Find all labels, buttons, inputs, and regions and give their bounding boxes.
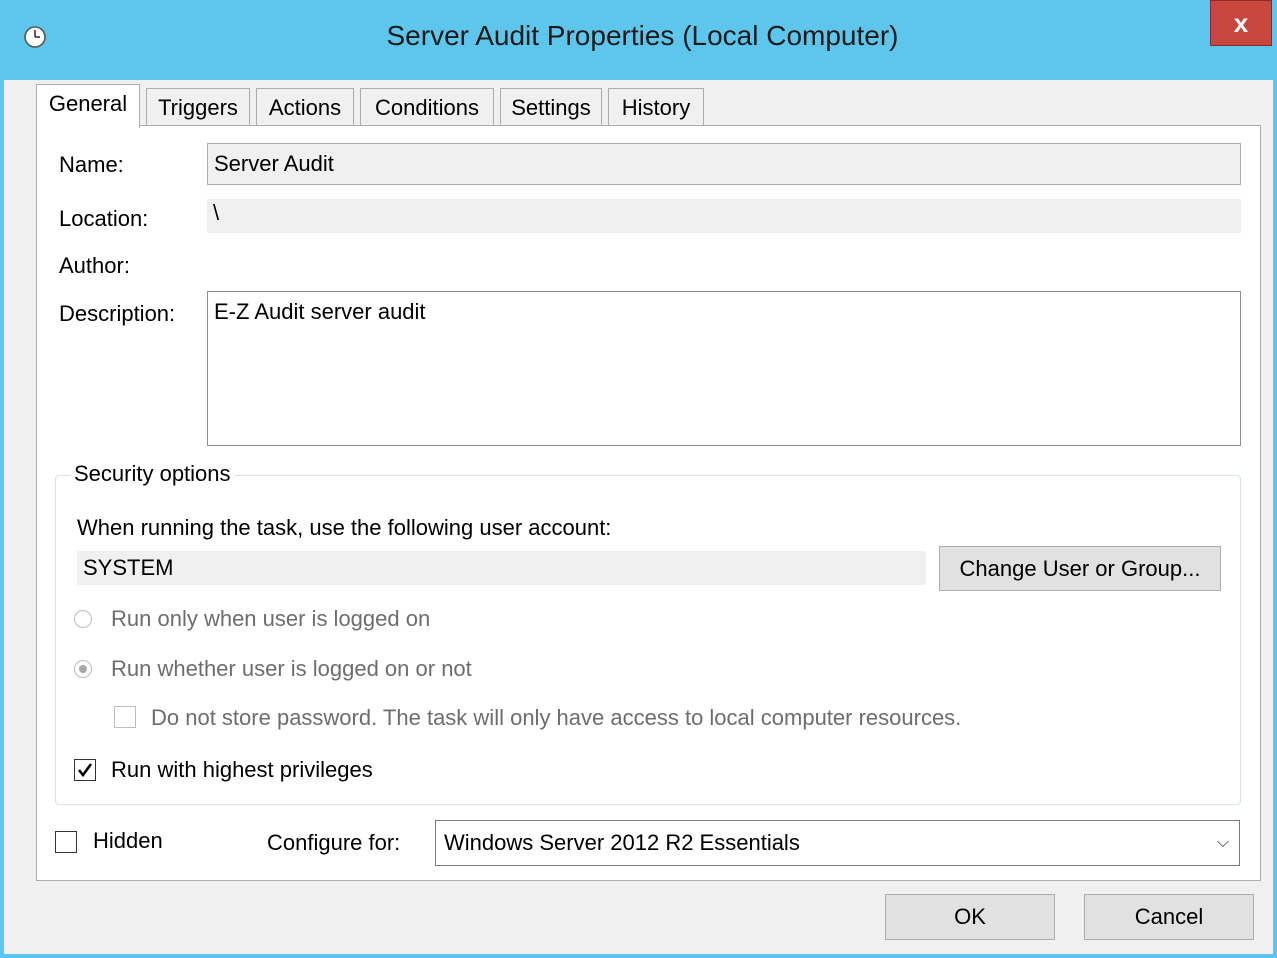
hidden-label[interactable]: Hidden [93, 828, 163, 854]
tab-history[interactable]: History [608, 88, 704, 126]
configure-for-value: Windows Server 2012 R2 Essentials [444, 830, 800, 855]
dialog-window: Server Audit Properties (Local Computer)… [0, 0, 1277, 958]
author-label: Author: [59, 253, 130, 278]
run-logged-on-radio[interactable] [74, 610, 92, 628]
radio-selected-dot [79, 665, 87, 673]
no-store-password-checkbox[interactable] [114, 706, 136, 728]
window-title: Server Audit Properties (Local Computer) [386, 20, 899, 51]
hidden-checkbox[interactable] [55, 831, 77, 853]
ok-button[interactable]: OK [885, 894, 1055, 940]
location-field: \ [207, 199, 1241, 233]
location-label: Location: [59, 206, 149, 231]
tab-settings[interactable]: Settings [500, 88, 602, 126]
title-bar[interactable]: Server Audit Properties (Local Computer)… [4, 0, 1277, 80]
checkmark-icon [77, 763, 93, 778]
configure-for-dropdown[interactable]: Windows Server 2012 R2 Essentials ⌵ [435, 820, 1240, 866]
run-logged-on-label[interactable]: Run only when user is logged on [111, 606, 430, 632]
highest-privileges-label[interactable]: Run with highest privileges [111, 757, 373, 783]
tab-triggers[interactable]: Triggers [146, 88, 250, 126]
general-tab-panel: Name: Server Audit Location: \ Author: D… [36, 125, 1261, 881]
tab-general[interactable]: General [36, 84, 140, 128]
tab-actions[interactable]: Actions [256, 88, 354, 126]
run-whether-radio[interactable] [74, 660, 92, 678]
tab-conditions[interactable]: Conditions [360, 88, 494, 126]
chevron-down-icon: ⌵ [1216, 834, 1229, 851]
description-label: Description: [59, 301, 176, 326]
name-field[interactable]: Server Audit [207, 143, 1241, 185]
security-options-legend: Security options [70, 461, 235, 487]
no-store-password-label[interactable]: Do not store password. The task will onl… [151, 705, 961, 731]
close-button[interactable]: x [1210, 0, 1272, 46]
description-field[interactable]: E-Z Audit server audit [207, 291, 1241, 446]
change-user-button[interactable]: Change User or Group... [939, 546, 1221, 591]
configure-for-label: Configure for: [267, 830, 401, 855]
cancel-button[interactable]: Cancel [1084, 894, 1254, 940]
highest-privileges-checkbox[interactable] [74, 759, 96, 781]
user-account-field: SYSTEM [77, 551, 926, 585]
run-whether-label[interactable]: Run whether user is logged on or not [111, 656, 472, 682]
account-prompt: When running the task, use the following… [77, 515, 612, 540]
name-label: Name: [59, 152, 124, 177]
